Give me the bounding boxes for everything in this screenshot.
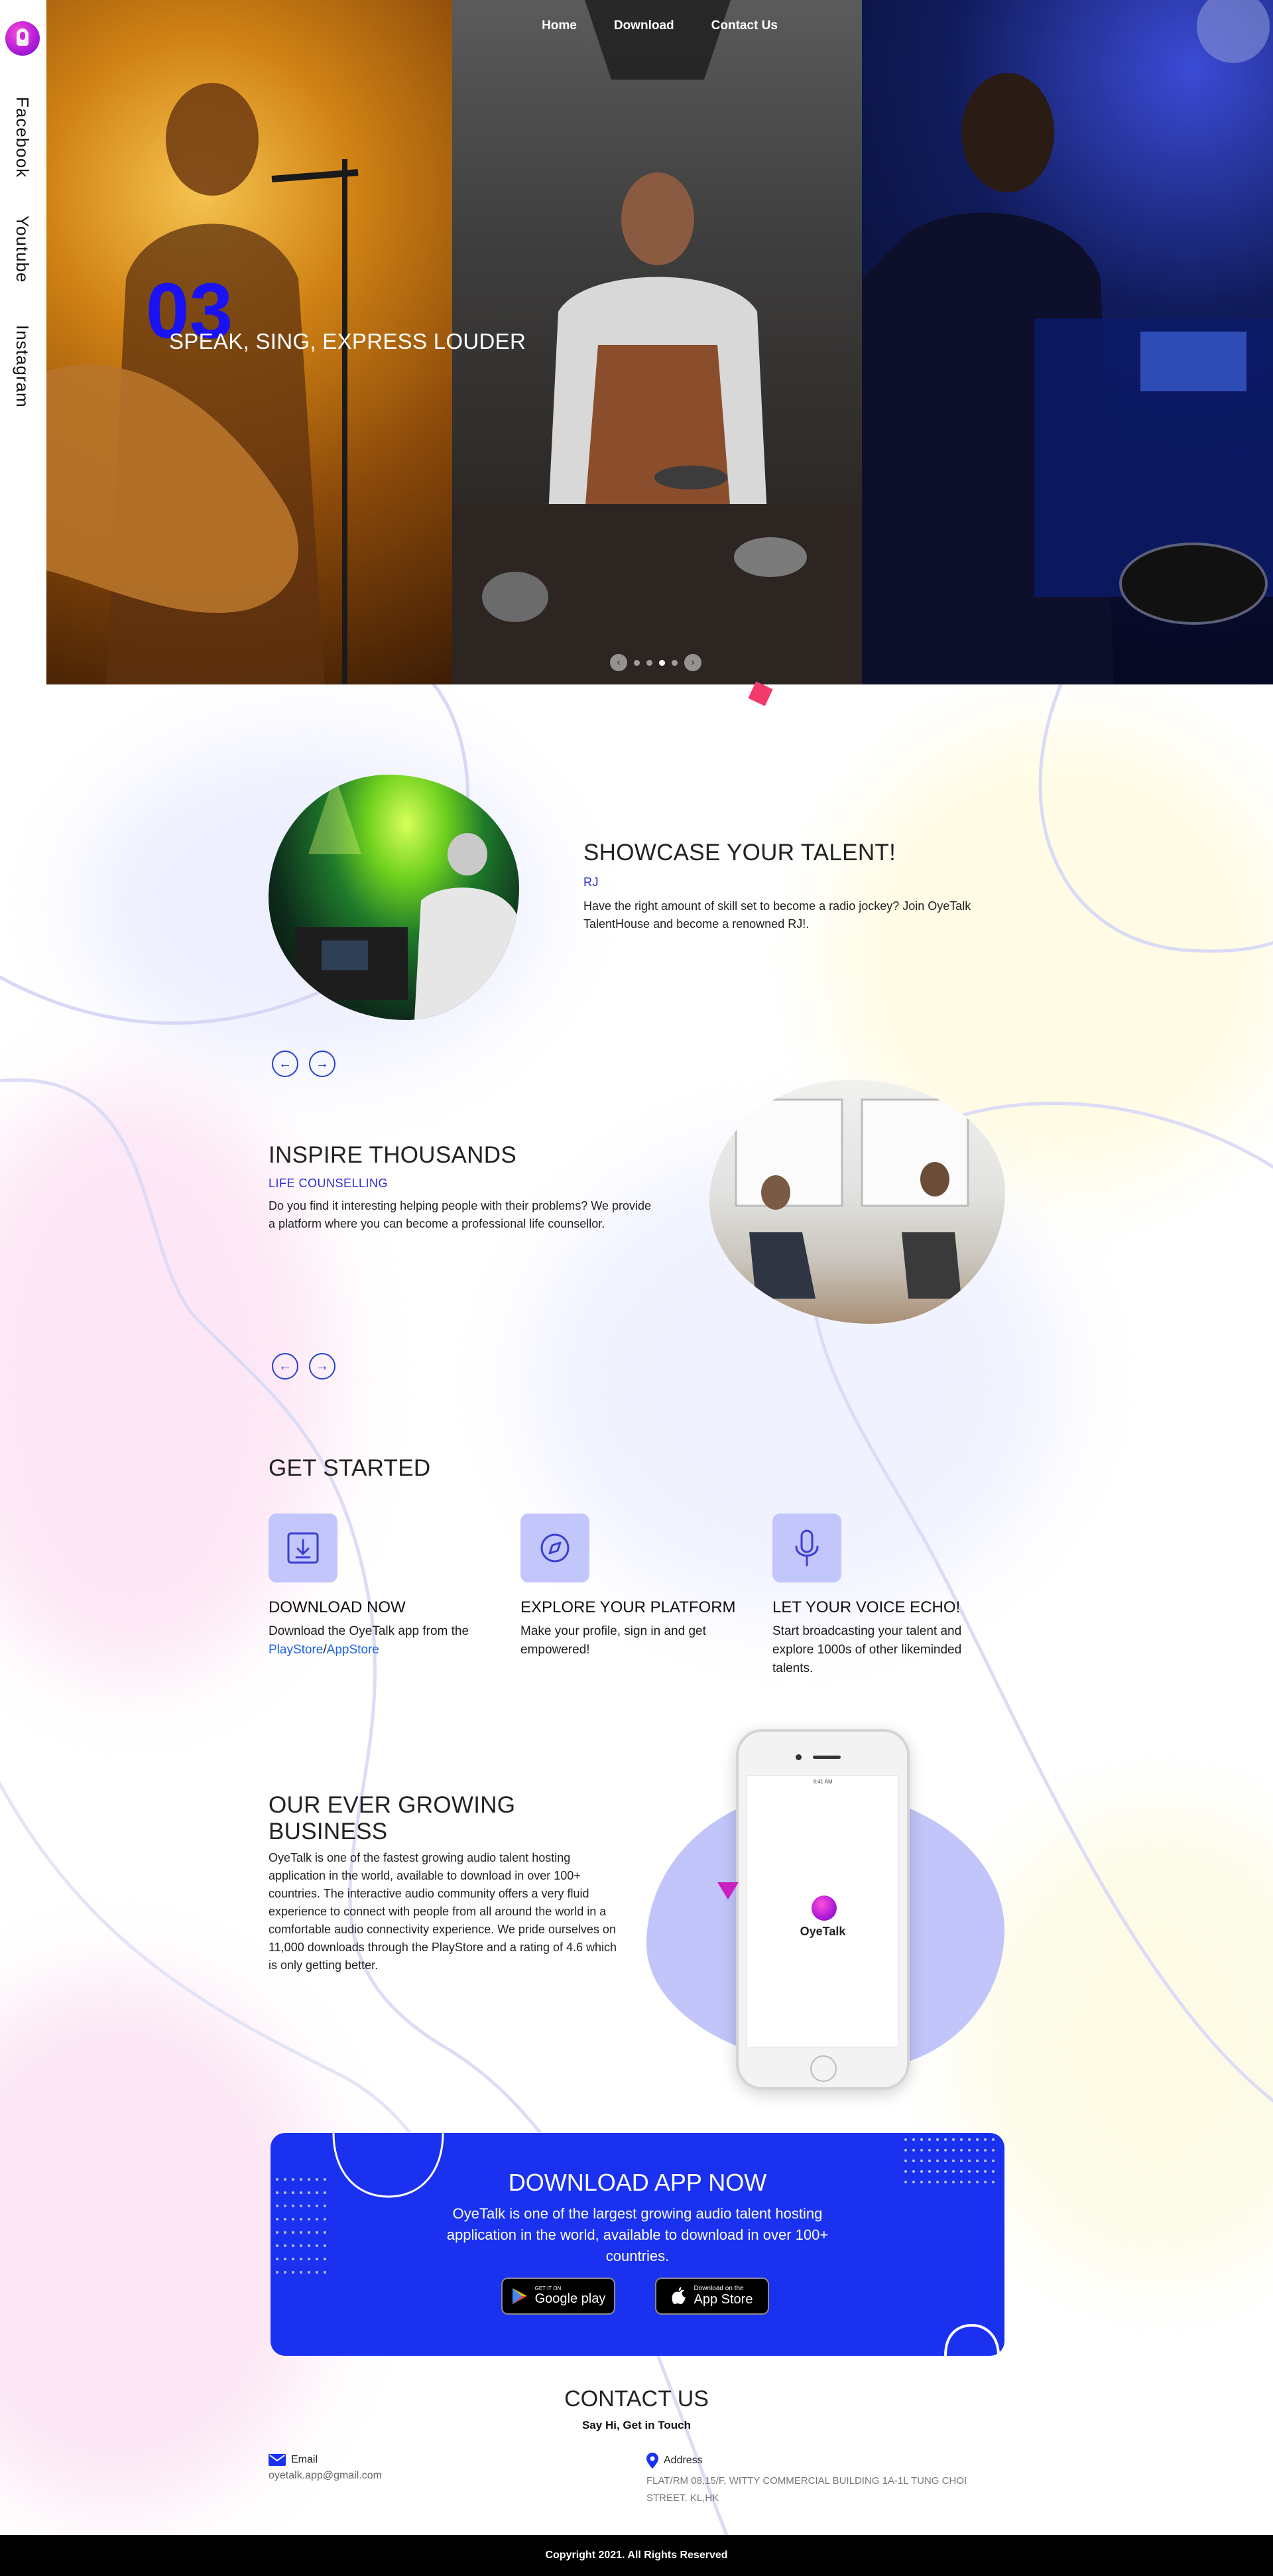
copyright-text: Copyright 2021. All Rights Reserved bbox=[545, 2549, 728, 2561]
google-play-button[interactable]: GET IT ON Google play bbox=[501, 2278, 615, 2315]
step-text: Download the OyeTalk app from the PlaySt… bbox=[269, 1622, 507, 1659]
nav-contact-us[interactable]: Contact Us bbox=[711, 19, 778, 33]
inspire-next-button[interactable]: → bbox=[309, 1353, 335, 1380]
footer: Copyright 2021. All Rights Reserved bbox=[0, 2535, 1273, 2576]
slider-prev-button[interactable]: ‹ bbox=[610, 654, 627, 671]
app-store-button[interactable]: Download on the App Store bbox=[655, 2278, 769, 2315]
inspire-arrows: ← → bbox=[272, 1353, 335, 1380]
business-text: OyeTalk is one of the fastest growing au… bbox=[269, 1851, 617, 1972]
phone-speaker bbox=[813, 1756, 841, 1759]
slider-dot[interactable] bbox=[646, 659, 652, 666]
nav-download[interactable]: Download bbox=[614, 19, 674, 33]
address-label: Address bbox=[664, 2455, 703, 2466]
phone-status-time: 9:41 AM bbox=[813, 1779, 833, 1785]
showcase-label: RJ bbox=[583, 875, 599, 889]
app-store-big-text: App Store bbox=[694, 2292, 753, 2307]
slider-dot[interactable] bbox=[634, 659, 640, 666]
email-icon bbox=[269, 2454, 286, 2466]
download-icon bbox=[269, 1513, 337, 1582]
get-started-title: GET STARTED bbox=[269, 1455, 431, 1481]
phone-home-button bbox=[810, 2055, 837, 2082]
contact-header: CONTACT US Say Hi, Get in Touch bbox=[0, 2386, 1273, 2432]
email-value[interactable]: oyetalk.app@gmail.com bbox=[269, 2470, 600, 2482]
main-nav: Home Download Contact Us bbox=[46, 19, 1273, 33]
contact-address: Address FLAT/RM 08,15/F, WITTY COMMERCIA… bbox=[646, 2453, 1004, 2507]
slider-next-button[interactable]: › bbox=[684, 654, 701, 671]
hero-image-dj bbox=[862, 0, 1273, 684]
google-play-icon bbox=[512, 2288, 527, 2304]
hero-slider: Home Download Contact Us 03 SPEAK, SING,… bbox=[46, 0, 1273, 684]
facebook-link[interactable]: Facebook bbox=[12, 97, 32, 178]
step-text-body: Download the OyeTalk app from the bbox=[269, 1624, 469, 1638]
step-text: Make your profile, sign in and get empow… bbox=[520, 1624, 706, 1657]
contact-subtitle: Say Hi, Get in Touch bbox=[581, 2419, 692, 2431]
inspire-prev-button[interactable]: ← bbox=[272, 1353, 298, 1380]
contact-email: Email oyetalk.app@gmail.com bbox=[269, 2454, 600, 2482]
location-pin-icon bbox=[646, 2453, 658, 2469]
showcase-text-block: SHOWCASE YOUR TALENT! RJ Have the right … bbox=[583, 840, 995, 933]
slider-dot-active[interactable] bbox=[659, 659, 665, 666]
showcase-next-button[interactable]: → bbox=[309, 1051, 335, 1077]
app-logo-icon bbox=[812, 1896, 837, 1921]
step-title: EXPLORE YOUR PLATFORM bbox=[520, 1598, 736, 1616]
dj-illustration bbox=[862, 0, 1273, 684]
address-value: FLAT/RM 08,15/F, WITTY COMMERCIAL BUILDI… bbox=[646, 2475, 967, 2504]
email-label: Email bbox=[291, 2454, 318, 2465]
nav-home[interactable]: Home bbox=[542, 19, 577, 33]
business-text-block: OUR EVER GROWING BUSINESS OyeTalk is one… bbox=[269, 1792, 627, 1974]
oyetalk-logo[interactable] bbox=[5, 21, 40, 56]
compass-icon bbox=[520, 1513, 589, 1582]
playstore-link[interactable]: PlayStore bbox=[269, 1643, 323, 1657]
microphone-icon bbox=[772, 1513, 841, 1582]
download-app-card: DOWNLOAD APP NOW OyeTalk is one of the l… bbox=[271, 2133, 1004, 2356]
slider-dot[interactable] bbox=[672, 659, 678, 666]
inspire-label: LIFE COUNSELLING bbox=[269, 1177, 389, 1190]
youtube-link[interactable]: Youtube bbox=[12, 216, 32, 283]
showcase-arrows: ← → bbox=[272, 1051, 335, 1077]
showcase-title: SHOWCASE YOUR TALENT! bbox=[583, 840, 896, 866]
step-download: DOWNLOAD NOW Download the OyeTalk app fr… bbox=[269, 1513, 507, 1659]
step-title: DOWNLOAD NOW bbox=[269, 1598, 406, 1616]
business-title: OUR EVER GROWING BUSINESS bbox=[269, 1792, 516, 1844]
decorative-triangle bbox=[717, 1882, 739, 1900]
download-title: DOWNLOAD APP NOW bbox=[508, 2169, 767, 2196]
google-play-small-text: GET IT ON bbox=[534, 2286, 562, 2291]
inspire-title: INSPIRE THOUSANDS bbox=[269, 1142, 516, 1168]
slider-controls: ‹ › bbox=[610, 654, 701, 671]
app-store-small-text: Download on the bbox=[694, 2285, 744, 2292]
showcase-prev-button[interactable]: ← bbox=[272, 1051, 298, 1077]
phone-mockup: 9:41 AM OyeTalk bbox=[736, 1729, 910, 2090]
inspire-text-block: INSPIRE THOUSANDS LIFE COUNSELLING Do yo… bbox=[269, 1142, 680, 1233]
step-explore: EXPLORE YOUR PLATFORM Make your profile,… bbox=[520, 1513, 746, 1659]
step-text: Start broadcasting your talent and explo… bbox=[772, 1624, 962, 1675]
inspire-text: Do you find it interesting helping peopl… bbox=[269, 1199, 651, 1230]
instagram-link[interactable]: Instagram bbox=[12, 325, 32, 408]
step-voice: LET YOUR VOICE ECHO! Start broadcasting … bbox=[772, 1513, 1004, 1678]
phone-camera bbox=[796, 1754, 802, 1760]
apple-icon bbox=[672, 2287, 686, 2304]
app-name: OyeTalk bbox=[800, 1925, 846, 1938]
google-play-big-text: Google play bbox=[534, 2291, 606, 2306]
appstore-link[interactable]: AppStore bbox=[327, 1643, 379, 1657]
step-title: LET YOUR VOICE ECHO! bbox=[772, 1598, 961, 1616]
hero-tagline: SPEAK, SING, EXPRESS LOUDER bbox=[169, 329, 526, 354]
phone-screen: 9:41 AM OyeTalk bbox=[747, 1775, 899, 2047]
download-text: OyeTalk is one of the largest growing au… bbox=[446, 2205, 829, 2264]
store-buttons: GET IT ON Google play Download on the Ap… bbox=[501, 2278, 769, 2315]
sidebar: Facebook Youtube Instagram bbox=[0, 0, 46, 684]
contact-title: CONTACT US bbox=[564, 2386, 709, 2412]
showcase-text: Have the right amount of skill set to be… bbox=[583, 899, 971, 931]
